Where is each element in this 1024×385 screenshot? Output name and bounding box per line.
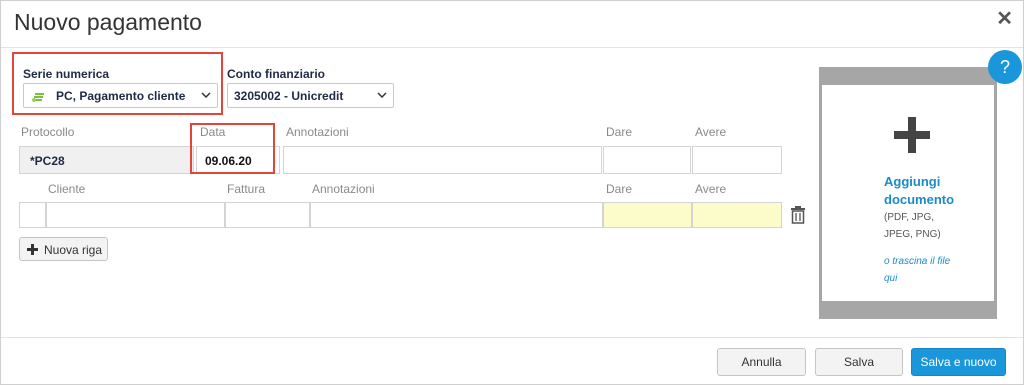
- document-upload-area[interactable]: Aggiungi documento (PDF, JPG, JPEG, PNG) o…: [819, 67, 997, 319]
- dialog-title: Nuovo pagamento: [14, 9, 202, 35]
- add-document-icon: [894, 117, 930, 153]
- help-icon[interactable]: ?: [988, 50, 1022, 84]
- col-detail-dare: Dare: [606, 182, 633, 196]
- conto-value: 3205002 - Unicredit: [234, 89, 344, 103]
- chevron-down-icon: [377, 92, 387, 99]
- upload-title[interactable]: Aggiungi documento: [884, 173, 954, 209]
- data-highlight: [190, 123, 275, 174]
- plus-icon: [27, 244, 38, 255]
- row-checkbox-cell[interactable]: [19, 202, 46, 228]
- trash-icon[interactable]: [790, 206, 806, 224]
- close-icon[interactable]: ✕: [996, 6, 1013, 31]
- avere-field[interactable]: [692, 146, 782, 174]
- fattura-field[interactable]: [225, 202, 310, 228]
- save-button[interactable]: Salva: [815, 348, 903, 376]
- conto-select[interactable]: 3205002 - Unicredit: [227, 83, 394, 108]
- col-annotazioni: Annotazioni: [286, 125, 349, 139]
- protocollo-field: *PC28: [19, 146, 194, 174]
- col-fattura: Fattura: [227, 182, 266, 196]
- col-avere: Avere: [695, 125, 727, 139]
- protocollo-value: *PC28: [30, 154, 65, 168]
- cancel-button[interactable]: Annulla: [717, 348, 806, 376]
- dialog-header: Nuovo pagamento ✕: [1, 1, 1023, 48]
- annotazioni-field[interactable]: [283, 146, 602, 174]
- serie-highlight: [12, 52, 223, 115]
- add-row-button[interactable]: Nuova riga: [19, 237, 108, 261]
- add-row-label: Nuova riga: [44, 243, 103, 257]
- detail-avere-field[interactable]: [692, 202, 782, 228]
- col-protocollo: Protocollo: [21, 125, 75, 139]
- col-detail-avere: Avere: [695, 182, 727, 196]
- detail-annotazioni-field[interactable]: [310, 202, 603, 228]
- col-cliente: Cliente: [48, 182, 86, 196]
- conto-label: Conto finanziario: [227, 67, 325, 81]
- upload-drag-hint: o trascina il file qui: [884, 256, 951, 284]
- save-and-new-button[interactable]: Salva e nuovo: [911, 348, 1006, 376]
- col-dare: Dare: [606, 125, 633, 139]
- cliente-field[interactable]: [46, 202, 225, 228]
- payment-dialog: Nuovo pagamento ✕ Serie numerica PC, Pag…: [0, 0, 1024, 385]
- upload-dropzone[interactable]: Aggiungi documento (PDF, JPG, JPEG, PNG) o…: [822, 85, 994, 301]
- detail-dare-field[interactable]: [603, 202, 692, 228]
- upload-formats: (PDF, JPG, JPEG, PNG): [884, 212, 941, 240]
- dare-field[interactable]: [603, 146, 691, 174]
- col-detail-annotazioni: Annotazioni: [312, 182, 375, 196]
- dialog-footer: Annulla Salva Salva e nuovo: [1, 337, 1023, 385]
